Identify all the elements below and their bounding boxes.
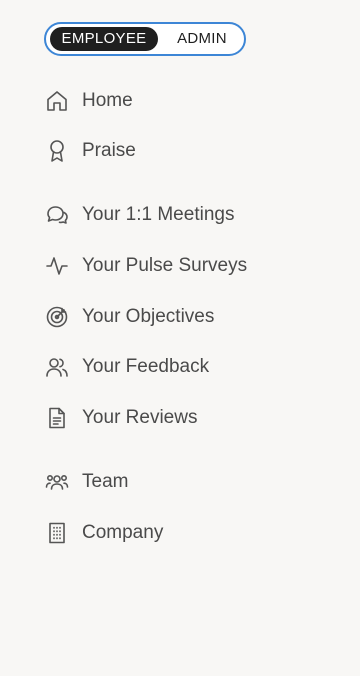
nav-item-team[interactable]: Team: [44, 468, 128, 496]
nav-item-label: Your Pulse Surveys: [82, 255, 248, 276]
pulse-icon: [44, 253, 70, 279]
nav-item-objectives[interactable]: Your Objectives: [44, 303, 214, 331]
document-icon: [44, 405, 70, 431]
employee-toggle-option[interactable]: EMPLOYEE: [50, 27, 158, 51]
nav-item-label: Home: [82, 90, 133, 111]
admin-toggle-option[interactable]: ADMIN: [162, 27, 242, 51]
target-icon: [44, 304, 70, 330]
nav-item-company[interactable]: Company: [44, 519, 163, 547]
home-icon: [44, 88, 70, 114]
nav-item-home[interactable]: Home: [44, 87, 133, 115]
nav-item-feedback[interactable]: Your Feedback: [44, 353, 209, 381]
nav-item-label: Company: [82, 522, 164, 543]
team-icon: [44, 469, 70, 495]
nav-item-label: Team: [82, 471, 129, 492]
nav-item-label: Your Reviews: [82, 407, 198, 428]
nav-item-pulse-surveys[interactable]: Your Pulse Surveys: [44, 252, 247, 280]
nav-item-meetings[interactable]: Your 1:1 Meetings: [44, 201, 234, 229]
nav-item-label: Your Objectives: [82, 306, 215, 327]
nav-item-reviews[interactable]: Your Reviews: [44, 404, 197, 432]
nav-item-praise[interactable]: Praise: [44, 137, 136, 165]
award-ribbon-icon: [44, 138, 70, 164]
mode-toggle[interactable]: EMPLOYEE ADMIN: [44, 22, 246, 56]
users-icon: [44, 354, 70, 380]
nav-item-label: Your 1:1 Meetings: [82, 204, 235, 225]
nav-item-label: Your Feedback: [82, 356, 210, 377]
nav-item-label: Praise: [82, 140, 136, 161]
building-icon: [44, 520, 70, 546]
chat-bubbles-icon: [44, 202, 70, 228]
